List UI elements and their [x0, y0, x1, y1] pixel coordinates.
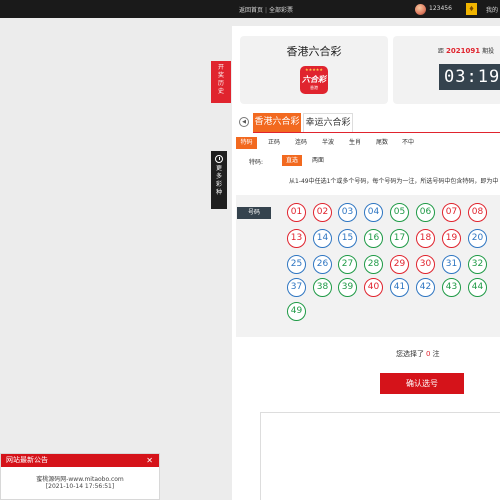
all-lotteries-link[interactable]: 全部彩票 [269, 5, 293, 14]
number-ball[interactable]: 28 [364, 255, 383, 274]
number-ball[interactable]: 20 [468, 229, 487, 248]
playtype-zhengma[interactable]: 正码 [264, 137, 284, 149]
countdown-timer: 03:19 [439, 64, 500, 90]
number-ball[interactable]: 08 [468, 203, 487, 222]
number-ball[interactable]: 16 [364, 229, 383, 248]
playtype-shengxiao[interactable]: 生肖 [345, 137, 365, 149]
user-id: 123456 [429, 5, 452, 12]
number-ball[interactable]: 13 [287, 229, 306, 248]
number-ball[interactable]: 26 [313, 255, 332, 274]
confirm-button[interactable]: 确认选号 [380, 373, 464, 394]
my-account-link[interactable]: 我的 [486, 5, 498, 14]
home-link[interactable]: 返回首页 [239, 5, 263, 14]
play-type-bar: 特码 正码 连码 半波 生肖 尾数 不中 [236, 137, 500, 149]
number-ball[interactable]: 03 [338, 203, 357, 222]
tab-hk-marksix[interactable]: 香港六合彩 [253, 113, 301, 132]
number-ball[interactable]: 17 [390, 229, 409, 248]
number-ball[interactable]: 29 [390, 255, 409, 274]
number-label: 号码 [237, 207, 271, 219]
number-ball[interactable]: 42 [416, 278, 435, 297]
selection-summary: 您选择了 0 注 [396, 349, 439, 359]
number-ball[interactable]: 04 [364, 203, 383, 222]
number-ball[interactable]: 31 [442, 255, 461, 274]
back-arrow-icon[interactable]: ◀ [239, 117, 249, 127]
draw-prefix: 距 [438, 48, 445, 55]
sub-option-two-sides[interactable]: 两面 [309, 155, 327, 166]
close-icon[interactable]: ✕ [146, 454, 153, 467]
number-ball[interactable]: 05 [390, 203, 409, 222]
playtype-tema[interactable]: 特码 [236, 137, 257, 149]
number-ball[interactable]: 32 [468, 255, 487, 274]
draw-suffix: 期投 [482, 48, 495, 55]
logo-main-text: 六合彩 [302, 75, 326, 84]
number-ball[interactable]: 40 [364, 278, 383, 297]
lottery-name: 香港六合彩 [286, 45, 342, 58]
number-ball[interactable]: 07 [442, 203, 461, 222]
nav-separator: | [265, 7, 268, 14]
tab-lucky-marksix[interactable]: 幸运六合彩 [303, 113, 353, 132]
draw-info: 距 2021091 期投 03:19 [393, 36, 500, 104]
draw-issue: 2021091 [446, 47, 481, 55]
number-ball[interactable]: 19 [442, 229, 461, 248]
open-tab-char: 奖 [217, 72, 224, 79]
number-ball[interactable]: 18 [416, 229, 435, 248]
more-tab-char: 更 [215, 165, 222, 172]
sub-option-direct[interactable]: 直选 [282, 155, 302, 166]
selected-suffix: 注 [432, 350, 440, 358]
lottery-logo: ★★★★★ 六合彩 香港 [300, 66, 328, 94]
number-ball[interactable]: 49 [287, 302, 306, 321]
number-ball[interactable]: 37 [287, 278, 306, 297]
selected-count: 0 [426, 350, 431, 358]
number-ball[interactable]: 25 [287, 255, 306, 274]
top-nav: 返回首页 | 全部彩票 [239, 5, 293, 14]
number-ball[interactable]: 43 [442, 278, 461, 297]
top-bar: 返回首页 | 全部彩票 123456 ♦ 我的 [0, 0, 500, 18]
lottery-card: 香港六合彩 ★★★★★ 六合彩 香港 [240, 36, 388, 104]
number-ball[interactable]: 27 [338, 255, 357, 274]
coin-icon[interactable]: ♦ [466, 3, 477, 15]
open-draw-history-tab[interactable]: 开 奖 历 史 [211, 61, 231, 103]
bet-list-panel [260, 412, 500, 500]
playtype-lianma[interactable]: 连码 [291, 137, 311, 149]
number-ball[interactable]: 01 [287, 203, 306, 222]
selected-prefix: 您选择了 [396, 350, 424, 358]
number-ball[interactable]: 44 [468, 278, 487, 297]
more-tab-char: 种 [215, 189, 222, 196]
notice-header: 网站最新公告 ✕ [1, 454, 159, 467]
playtype-weishu[interactable]: 尾数 [372, 137, 392, 149]
number-ball[interactable]: 15 [338, 229, 357, 248]
more-tab-char: 多 [215, 173, 222, 180]
avatar[interactable] [415, 4, 426, 15]
number-ball[interactable]: 38 [313, 278, 332, 297]
number-ball[interactable]: 41 [390, 278, 409, 297]
number-ball[interactable]: 02 [313, 203, 332, 222]
sub-label: 特码: [249, 159, 264, 166]
number-ball[interactable]: 06 [416, 203, 435, 222]
logo-sub-text: 香港 [310, 85, 318, 90]
open-tab-char: 史 [217, 88, 224, 95]
clock-icon [215, 155, 223, 163]
logo-stars: ★★★★★ [305, 67, 323, 72]
number-ball[interactable]: 30 [416, 255, 435, 274]
playtype-buzhong[interactable]: 不中 [398, 137, 418, 149]
draw-label: 距 2021091 期投 [438, 46, 494, 55]
tabs-underline [253, 132, 500, 133]
more-tab-char: 彩 [215, 181, 222, 188]
number-ball[interactable]: 39 [338, 278, 357, 297]
rule-description: 从1-49中任选1个或多个号码，每个号码为一注，所选号码中包含特码，即为中 [289, 178, 499, 185]
open-tab-char: 开 [217, 64, 224, 71]
notice-title: 网站最新公告 [6, 456, 48, 464]
open-tab-char: 历 [217, 80, 224, 87]
notice-site[interactable]: 蜜桃源码网-www.mitaobo.com [1, 474, 159, 483]
notice-time: [2021-10-14 17:56:51] [45, 483, 115, 490]
more-lottery-tab[interactable]: 更 多 彩 种 [211, 151, 227, 209]
number-ball[interactable]: 14 [313, 229, 332, 248]
notice-popup: 网站最新公告 ✕ 蜜桃源码网-www.mitaobo.com [2021-10-… [0, 453, 160, 500]
playtype-banbo[interactable]: 半波 [318, 137, 338, 149]
